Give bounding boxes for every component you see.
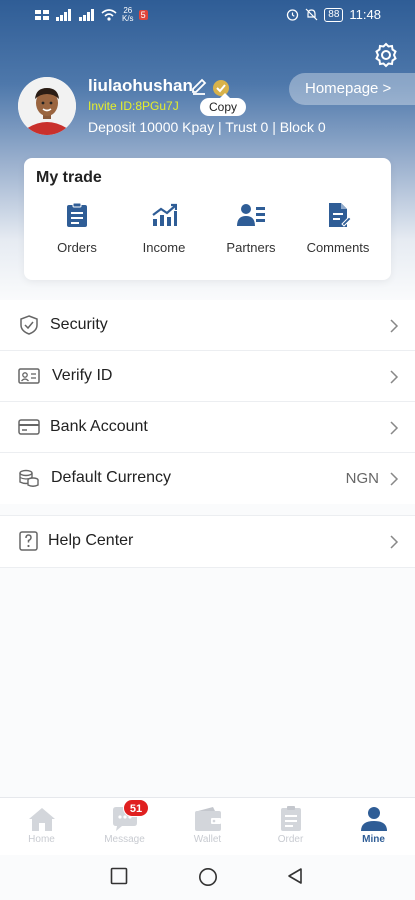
mute-icon: [305, 8, 318, 21]
income-icon: [152, 203, 177, 226]
currency-value: NGN: [345, 470, 379, 487]
order-icon: [280, 806, 301, 831]
copy-button[interactable]: Copy: [200, 93, 247, 116]
tab-order[interactable]: Order: [249, 798, 332, 856]
coins-icon: [19, 469, 39, 487]
account-stats: Deposit 10000 Kpay | Trust 0 | Block 0: [88, 119, 326, 135]
id-card-icon: [18, 368, 40, 384]
edit-icon[interactable]: [190, 78, 208, 96]
help-menu: Help Center: [0, 515, 415, 568]
comments-icon: [329, 203, 351, 227]
unread-badge: 51: [123, 799, 149, 817]
trade-partners[interactable]: Partners: [208, 202, 294, 255]
homepage-button[interactable]: Homepage >: [289, 73, 415, 105]
tab-mine-label: Mine: [362, 834, 385, 845]
trade-orders[interactable]: Orders: [34, 202, 120, 255]
tab-wallet[interactable]: Wallet: [166, 798, 249, 856]
menu-item-help-center-label: Help Center: [48, 532, 134, 549]
person-icon: [360, 807, 387, 831]
bottom-tab-bar: Home Message 51 Wallet Order Mine: [0, 797, 415, 855]
sim-icon: [35, 10, 49, 20]
menu-item-security[interactable]: Security: [0, 300, 415, 351]
wifi-icon: [101, 9, 117, 21]
status-bar: 26 K/s 5 88 11:48: [0, 0, 415, 32]
menu-item-help-center[interactable]: Help Center: [0, 516, 415, 567]
trade-partners-label: Partners: [226, 240, 276, 255]
partners-icon: [237, 204, 265, 226]
chevron-right-icon: [390, 370, 399, 384]
my-trade-title: My trade: [36, 169, 102, 186]
tab-home-label: Home: [28, 834, 55, 845]
tab-message-label: Message: [104, 834, 145, 845]
network-speed-unit: K/s: [122, 14, 134, 23]
back-icon[interactable]: [286, 867, 304, 885]
help-icon: [19, 531, 38, 551]
chevron-right-icon: [390, 472, 399, 486]
home-button-icon[interactable]: [198, 867, 218, 887]
notification-app-icon: 5: [138, 10, 148, 20]
clock: 11:48: [349, 7, 381, 22]
shield-icon: [20, 315, 38, 335]
bank-card-icon: [18, 419, 40, 435]
username: liulaohushan: [88, 76, 193, 95]
menu-item-verify-id-label: Verify ID: [52, 367, 113, 384]
menu-item-default-currency[interactable]: Default Currency NGN: [0, 453, 415, 504]
trade-income-label: Income: [142, 240, 186, 255]
tab-message[interactable]: Message 51: [83, 798, 166, 856]
tab-mine[interactable]: Mine: [332, 798, 415, 856]
menu-item-security-label: Security: [50, 316, 108, 333]
tab-wallet-label: Wallet: [193, 834, 222, 845]
home-icon: [28, 808, 55, 831]
chevron-right-icon: [390, 319, 399, 333]
network-speed: 26 K/s: [122, 7, 134, 23]
tab-home[interactable]: Home: [0, 798, 83, 856]
trade-orders-label: Orders: [57, 240, 97, 255]
invite-id: Invite ID:8PGu7J: [88, 99, 179, 113]
trade-income[interactable]: Income: [121, 202, 207, 255]
gear-icon[interactable]: [373, 42, 399, 68]
signal-icon: [79, 9, 94, 21]
recent-apps-icon[interactable]: [110, 867, 128, 885]
avatar[interactable]: [18, 77, 76, 135]
my-trade-card: My trade Orders Income Partners Comments: [24, 158, 391, 280]
orders-icon: [67, 202, 87, 227]
menu-item-bank-account-label: Bank Account: [50, 418, 148, 435]
trade-comments-label: Comments: [306, 240, 370, 255]
menu-item-default-currency-label: Default Currency: [51, 469, 172, 486]
signal-icon: [56, 9, 71, 21]
chevron-right-icon: [390, 535, 399, 549]
alarm-icon: [287, 9, 299, 21]
battery-indicator: 88: [324, 7, 344, 22]
wallet-icon: [194, 807, 221, 831]
trade-comments[interactable]: Comments: [295, 202, 381, 255]
avatar-image: [18, 77, 76, 135]
menu-item-bank-account[interactable]: Bank Account: [0, 402, 415, 453]
tab-order-label: Order: [277, 834, 304, 845]
system-nav-bar: [0, 855, 415, 900]
menu-item-verify-id[interactable]: Verify ID: [0, 351, 415, 402]
chevron-right-icon: [390, 421, 399, 435]
settings-menu: Security Verify ID Bank Account Default …: [0, 300, 415, 504]
